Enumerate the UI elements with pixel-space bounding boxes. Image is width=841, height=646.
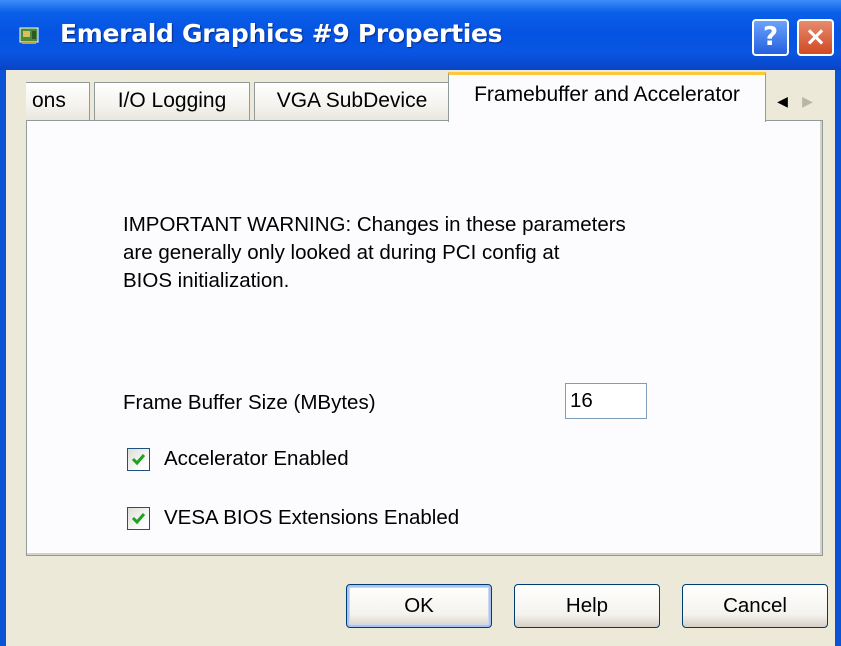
ok-button[interactable]: OK bbox=[346, 584, 492, 628]
vesa-bios-extensions-checkbox[interactable]: VESA BIOS Extensions Enabled bbox=[127, 504, 459, 532]
scroll-left-icon[interactable]: ◀ bbox=[770, 84, 795, 118]
window-title: Emerald Graphics #9 Properties bbox=[60, 19, 503, 48]
warning-line: are generally only looked at during PCI … bbox=[123, 241, 560, 264]
important-warning: IMPORTANT WARNING: Changes in these para… bbox=[123, 211, 723, 295]
tab-strip: ons I/O Logging VGA SubDevice Framebuffe… bbox=[6, 70, 835, 122]
title-bar[interactable]: Emerald Graphics #9 Properties ? × bbox=[0, 0, 841, 70]
cancel-button[interactable]: Cancel bbox=[682, 584, 828, 628]
checkbox-box[interactable] bbox=[127, 447, 150, 471]
tab-io-logging[interactable]: I/O Logging bbox=[94, 82, 250, 120]
checkbox-box[interactable] bbox=[127, 506, 150, 530]
graphics-card-icon bbox=[19, 27, 39, 44]
frame-buffer-size-label: Frame Buffer Size (MBytes) bbox=[123, 391, 376, 414]
properties-dialog: Emerald Graphics #9 Properties ? × ons I… bbox=[0, 0, 841, 646]
help-button[interactable]: Help bbox=[514, 584, 660, 628]
warning-line: BIOS initialization. bbox=[123, 269, 290, 292]
checkmark-icon bbox=[131, 453, 146, 465]
close-button[interactable]: × bbox=[797, 19, 834, 56]
tab-scroll-controls: ◀ ▶ bbox=[770, 84, 820, 118]
tab-options-partial[interactable]: ons bbox=[26, 82, 90, 120]
accelerator-enabled-label: Accelerator Enabled bbox=[164, 447, 349, 470]
checkmark-icon bbox=[131, 512, 146, 524]
tab-vga-subdevice[interactable]: VGA SubDevice bbox=[254, 82, 450, 120]
dialog-body: ons I/O Logging VGA SubDevice Framebuffe… bbox=[6, 70, 835, 646]
accelerator-enabled-checkbox[interactable]: Accelerator Enabled bbox=[127, 445, 349, 473]
tab-framebuffer-accelerator[interactable]: Framebuffer and Accelerator bbox=[448, 72, 766, 122]
frame-buffer-size-field[interactable] bbox=[565, 383, 647, 419]
tab-page: IMPORTANT WARNING: Changes in these para… bbox=[26, 120, 823, 556]
vesa-bios-extensions-label: VESA BIOS Extensions Enabled bbox=[164, 506, 460, 529]
help-title-button[interactable]: ? bbox=[752, 19, 789, 56]
scroll-right-icon[interactable]: ▶ bbox=[795, 84, 820, 118]
warning-line: IMPORTANT WARNING: Changes in these para… bbox=[123, 213, 626, 236]
